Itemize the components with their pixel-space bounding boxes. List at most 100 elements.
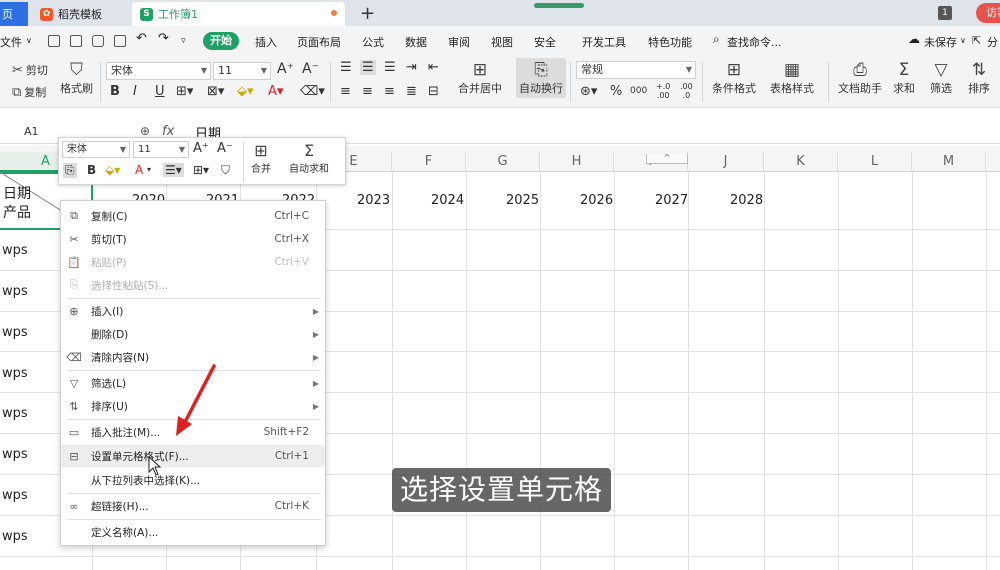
menu-item-copy[interactable]: ⧉ 复制(C) Ctrl+C	[61, 205, 325, 227]
merge-center-button[interactable]: ⊞ 合并居中	[458, 60, 502, 96]
customize-toolbar-icon[interactable]: ▿	[181, 36, 186, 46]
align-right-icon[interactable]: ≡	[384, 84, 395, 99]
title-drag-handle[interactable]	[534, 3, 584, 8]
menu-view[interactable]: 视图	[491, 34, 513, 50]
italic-icon[interactable]: I	[133, 84, 137, 99]
tab-docer-template[interactable]: ✿ 稻壳模板	[30, 2, 130, 26]
menu-item-delete[interactable]: 删除(D) ▶	[61, 323, 325, 345]
fill-color-icon[interactable]: ⬙▾	[237, 84, 254, 99]
menu-item-paste-special[interactable]: ⎘ 选择性粘贴(S)...	[61, 274, 325, 296]
copy-button[interactable]: ⧉ 复制	[12, 84, 46, 100]
align-center-icon[interactable]: ≡	[362, 84, 373, 99]
bold-icon[interactable]: B	[110, 84, 120, 99]
mini-fill-color-icon[interactable]: ⬙▾	[105, 163, 120, 177]
mini-format-painter-icon[interactable]: ⛉	[221, 163, 230, 178]
underline-icon[interactable]: U	[155, 84, 165, 99]
font-color-icon[interactable]: A▾	[268, 84, 283, 99]
column-header-m[interactable]: M	[912, 152, 986, 172]
menu-item-paste[interactable]: 📋 粘贴(P) Ctrl+V	[61, 251, 325, 273]
menu-dev-tools[interactable]: 开发工具	[582, 34, 626, 50]
increase-decimal-icon[interactable]: +.0 .00	[656, 82, 670, 100]
percent-icon[interactable]: %	[610, 84, 622, 99]
new-tab-button[interactable]: +	[360, 3, 375, 24]
menu-share[interactable]: 分	[987, 34, 998, 50]
mini-border-icon[interactable]: ⊞▾	[193, 163, 209, 177]
zoom-icon[interactable]: ⊕	[140, 124, 150, 138]
tab-workbook[interactable]: S 工作簿1	[132, 2, 345, 26]
mini-font-color-icon[interactable]: A	[135, 163, 143, 177]
mini-wrap-icon[interactable]: ⎘	[63, 163, 77, 178]
visitor-login-button[interactable]: 访客	[976, 3, 1000, 23]
mini-align-center-icon[interactable]: ☰▾	[163, 163, 184, 177]
sort-button[interactable]: ⇅ 排序	[968, 60, 990, 96]
justify-icon[interactable]: ≣	[406, 84, 417, 99]
font-name-select[interactable]: 宋体 ▼	[106, 62, 211, 80]
save-icon[interactable]	[48, 35, 60, 47]
menu-item-hyperlink[interactable]: ∞ 超链接(H)... Ctrl+K	[61, 495, 325, 517]
table-style-button[interactable]: ▦ 表格样式	[770, 60, 814, 96]
menu-item-pick-from-list[interactable]: 从下拉列表中选择(K)...	[61, 469, 325, 491]
currency-icon[interactable]: ⊛▾	[580, 84, 597, 99]
thousands-icon[interactable]: 000	[630, 86, 647, 96]
print-preview-icon[interactable]	[114, 35, 126, 47]
clear-format-icon[interactable]: ⌫▾	[300, 84, 325, 99]
menu-data[interactable]: 数据	[405, 34, 427, 50]
mini-bold-icon[interactable]: B	[87, 163, 96, 177]
share-icon[interactable]: ⇱	[972, 34, 981, 47]
format-painter-button[interactable]: ⛉ 格式刷	[60, 60, 93, 96]
increase-font-icon[interactable]: A⁺	[277, 61, 294, 77]
tab-home[interactable]: 页	[0, 2, 28, 26]
border-icon[interactable]: ⊞▾	[176, 84, 193, 99]
outdent-icon[interactable]: ⇤	[428, 60, 439, 75]
wrap-text-button[interactable]: ⎘ 自动换行	[516, 58, 566, 98]
mini-auto-sum-button[interactable]: Σ 自动求和	[289, 141, 329, 175]
menu-item-insert[interactable]: ⊕ 插入(I) ▶	[61, 300, 325, 322]
menu-security[interactable]: 安全	[534, 34, 556, 50]
doc-assistant-button[interactable]: ⎙ 文档助手	[838, 60, 882, 96]
menu-page-layout[interactable]: 页面布局	[297, 34, 341, 50]
chevron-down-icon[interactable]: ▾	[147, 165, 151, 174]
sum-button[interactable]: Σ 求和	[893, 60, 915, 96]
align-top-icon[interactable]: ☰	[340, 60, 352, 75]
menu-start[interactable]: 开始	[203, 32, 239, 50]
column-header-h[interactable]: H	[540, 152, 614, 172]
column-header-l[interactable]: L	[838, 152, 912, 172]
indent-icon[interactable]: ⇥	[406, 60, 417, 75]
column-header-j[interactable]: J	[688, 152, 764, 172]
print-icon[interactable]	[92, 35, 104, 47]
number-format-select[interactable]: 常规 ▼	[576, 61, 696, 79]
distributed-icon[interactable]: ⊟	[428, 84, 439, 99]
chevron-down-icon[interactable]: ∨	[26, 36, 32, 45]
export-pdf-icon[interactable]	[70, 35, 82, 47]
filter-button[interactable]: ▽ 筛选	[930, 60, 952, 96]
mini-decrease-font-icon[interactable]: A⁻	[217, 141, 233, 156]
decrease-decimal-icon[interactable]: .00 .0	[680, 82, 693, 100]
undo-icon[interactable]: ↶	[136, 31, 147, 46]
decrease-font-icon[interactable]: A⁻	[302, 61, 319, 77]
unsaved-status[interactable]: 未保存	[924, 34, 957, 50]
menu-item-cut[interactable]: ✂ 剪切(T) Ctrl+X	[61, 228, 325, 250]
window-count-badge[interactable]: 1	[938, 6, 952, 20]
cell-style-icon[interactable]: ⊠▾	[207, 84, 224, 99]
mini-merge-button[interactable]: ⊞ 合并	[251, 141, 271, 175]
font-size-select[interactable]: 11 ▼	[213, 62, 271, 80]
search-command-input[interactable]: 查找命令...	[727, 34, 782, 50]
menu-item-format-cells[interactable]: ⊟ 设置单元格格式(F)... Ctrl+1	[61, 445, 325, 467]
menu-file[interactable]: 文件	[0, 34, 22, 50]
align-middle-icon[interactable]: ☰	[360, 60, 376, 75]
conditional-format-button[interactable]: ⊞ 条件格式	[712, 60, 756, 96]
mini-increase-font-icon[interactable]: A⁺	[193, 141, 209, 156]
cut-button[interactable]: ✂ 剪切	[12, 62, 48, 78]
column-header-f[interactable]: F	[392, 152, 466, 172]
menu-formula[interactable]: 公式	[362, 34, 384, 50]
chevron-down-icon[interactable]: ∨	[960, 36, 966, 45]
mini-font-name-select[interactable]: 宋体 ▼	[62, 141, 130, 158]
menu-item-define-name[interactable]: 定义名称(A)...	[61, 521, 325, 543]
mini-font-size-select[interactable]: 11 ▼	[133, 141, 189, 158]
column-header-g[interactable]: G	[466, 152, 540, 172]
menu-special[interactable]: 特色功能	[648, 34, 692, 50]
align-left-icon[interactable]: ≡	[340, 84, 351, 99]
align-bottom-icon[interactable]: ☰	[384, 60, 396, 75]
menu-review[interactable]: 审阅	[448, 34, 470, 50]
menu-insert[interactable]: 插入	[255, 34, 277, 50]
